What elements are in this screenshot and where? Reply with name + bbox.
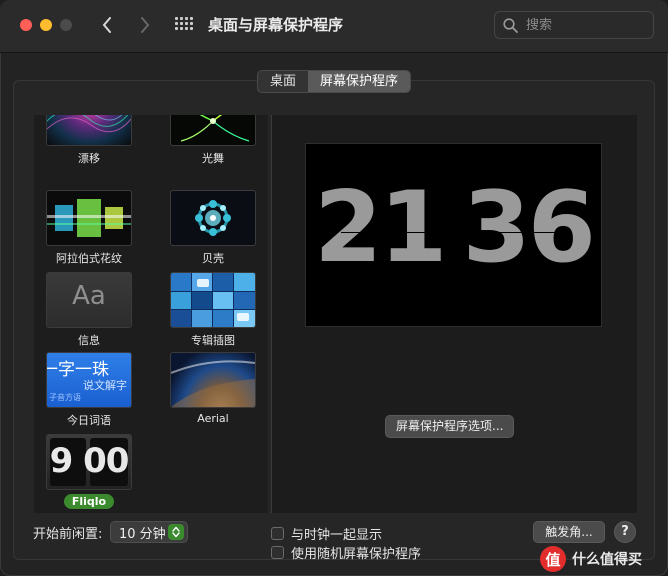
titlebar: 桌面与屏幕保护程序 bbox=[0, 0, 668, 53]
close-button[interactable] bbox=[20, 19, 32, 31]
search-icon bbox=[503, 17, 518, 33]
flurry-thumbnail bbox=[171, 115, 255, 145]
hot-corners-button[interactable]: 触发角... bbox=[533, 521, 605, 543]
watermark-text: 什么值得买 bbox=[572, 552, 642, 568]
fliqlo-thumbnail: 9 00 bbox=[47, 435, 131, 489]
saver-label: Aerial bbox=[197, 412, 229, 425]
show-with-clock-checkbox[interactable]: 与时钟一起显示 bbox=[271, 524, 382, 543]
preview-hours: 21 bbox=[314, 171, 447, 285]
saver-label: 今日词语 bbox=[67, 414, 111, 427]
random-saver-checkbox[interactable]: 使用随机屏幕保护程序 bbox=[271, 543, 421, 562]
checkbox-label: 使用随机屏幕保护程序 bbox=[291, 547, 422, 562]
word-thumb-sub: 说文解字 bbox=[83, 379, 127, 392]
screensaver-options-button[interactable]: 屏幕保护程序选项... bbox=[385, 415, 515, 438]
tab-screensaver[interactable]: 屏幕保护程序 bbox=[308, 71, 411, 92]
search-input[interactable] bbox=[524, 16, 638, 34]
word-thumb-tiny: 子音方语 bbox=[49, 393, 81, 402]
tab-desktop[interactable]: 桌面 bbox=[258, 71, 308, 92]
tab-bar: 桌面 屏幕保护程序 bbox=[257, 70, 412, 93]
saver-item-album[interactable]: 专辑插图 bbox=[168, 273, 258, 348]
preview-screen: 21 36 bbox=[305, 143, 602, 327]
saver-item-word-of-day[interactable]: 一字一珠 说文解字 子音方语 今日词语 bbox=[44, 353, 134, 428]
select-stepper-icon bbox=[168, 524, 184, 540]
saver-label: 信息 bbox=[78, 334, 100, 347]
watermark: 值 什么值得买 bbox=[540, 546, 642, 572]
zoom-button[interactable] bbox=[60, 19, 72, 31]
help-button[interactable]: ? bbox=[614, 521, 636, 543]
idle-label: 开始前闲置: bbox=[33, 527, 103, 542]
minimize-button[interactable] bbox=[40, 19, 52, 31]
saver-item-flurry[interactable]: 光舞 bbox=[168, 115, 258, 166]
saver-label-selected: Fliqlo bbox=[63, 494, 115, 509]
idle-time-select[interactable]: 10 分钟 bbox=[110, 521, 188, 543]
word-of-day-thumbnail: 一字一珠 说文解字 子音方语 bbox=[47, 353, 131, 407]
drift-thumbnail bbox=[47, 115, 131, 145]
checkbox-label: 与时钟一起显示 bbox=[291, 528, 383, 543]
window-title: 桌面与屏幕保护程序 bbox=[208, 16, 344, 34]
watermark-badge: 值 bbox=[540, 546, 566, 572]
chevron-right-icon bbox=[141, 17, 150, 33]
screensaver-list[interactable]: 漂移 光舞 阿拉伯式花纹 贝壳 Aa 信息 专辑插图 一字一珠 说文解字 子音方… bbox=[34, 115, 268, 513]
saver-item-arabesque[interactable]: 阿拉伯式花纹 bbox=[44, 191, 134, 266]
fliqlo-thumb-digits: 9 00 bbox=[49, 441, 130, 481]
message-thumbnail: Aa bbox=[47, 273, 131, 327]
saver-item-shell[interactable]: 贝壳 bbox=[168, 191, 258, 266]
saver-item-fliqlo[interactable]: 9 00 Fliqlo bbox=[44, 435, 134, 509]
saver-label: 贝壳 bbox=[202, 252, 224, 265]
saver-item-aerial[interactable]: Aerial bbox=[168, 353, 258, 425]
show-all-grid-icon[interactable] bbox=[175, 17, 193, 35]
saver-item-drift[interactable]: 漂移 bbox=[44, 115, 134, 166]
album-thumbnail bbox=[171, 273, 255, 327]
preview-clock: 21 36 bbox=[306, 176, 601, 280]
aerial-thumbnail bbox=[171, 353, 255, 407]
forward-button[interactable] bbox=[134, 12, 156, 38]
preferences-window: 桌面与屏幕保护程序 桌面 屏幕保护程序 漂移 bbox=[0, 0, 668, 576]
saver-label: 光舞 bbox=[202, 152, 224, 165]
shell-thumbnail bbox=[171, 191, 255, 245]
saver-item-message[interactable]: Aa 信息 bbox=[44, 273, 134, 348]
checkbox-box[interactable] bbox=[271, 527, 284, 540]
checkbox-box[interactable] bbox=[271, 546, 284, 559]
flip-seam bbox=[341, 232, 568, 233]
chevron-left-icon bbox=[102, 17, 111, 33]
arabesque-thumbnail bbox=[47, 191, 131, 245]
preview-minutes: 36 bbox=[462, 171, 596, 285]
message-thumb-text: Aa bbox=[72, 281, 106, 311]
idle-time-value: 10 分钟 bbox=[119, 526, 166, 542]
saver-label: 阿拉伯式花纹 bbox=[56, 252, 122, 265]
back-button[interactable] bbox=[96, 12, 118, 38]
saver-label: 专辑插图 bbox=[191, 334, 235, 347]
search-field[interactable] bbox=[494, 11, 654, 39]
saver-label: 漂移 bbox=[78, 152, 100, 165]
